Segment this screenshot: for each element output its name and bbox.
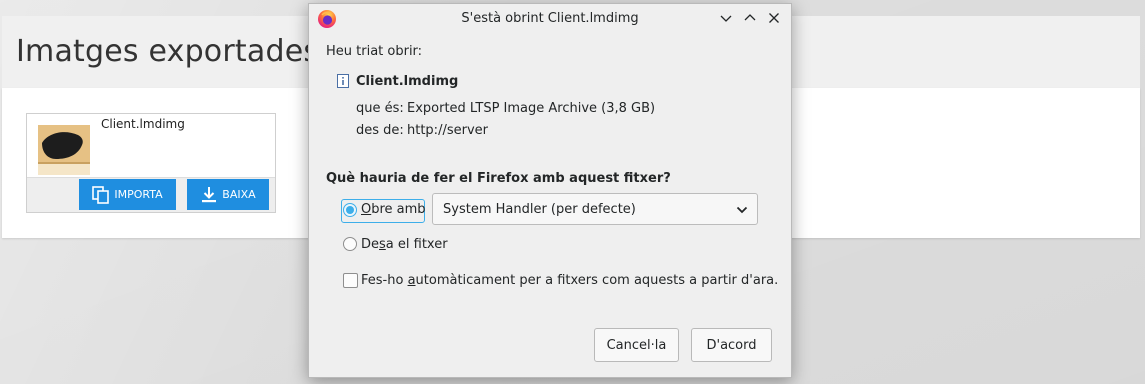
download-label: BAIXA: [222, 188, 256, 201]
cancel-button[interactable]: Cancel·la: [594, 328, 679, 362]
save-file-label[interactable]: Desa el fitxer: [361, 237, 448, 252]
auto-checkbox-label[interactable]: Fes-ho automàticament per a fitxers com …: [361, 273, 778, 288]
chosen-to-open-label: Heu triat obrir:: [326, 44, 423, 59]
chevron-down-icon: [735, 203, 749, 217]
open-file-dialog: S'està obrint Client.lmdimg Heu triat ob…: [308, 3, 792, 378]
card-actions: IMPORTA BAIXA: [27, 177, 275, 212]
file-icon: [337, 74, 349, 88]
image-thumbnail: [38, 125, 90, 175]
page-title: Imatges exportades: [16, 34, 320, 69]
handler-select-value: System Handler (per defecte): [443, 202, 636, 217]
minimize-chevron-down-icon[interactable]: [717, 9, 735, 27]
copy-icon: [92, 185, 110, 204]
download-button[interactable]: BAIXA: [187, 179, 269, 210]
dialog-titlebar[interactable]: S'està obrint Client.lmdimg: [309, 4, 791, 34]
open-with-radio[interactable]: [343, 203, 357, 217]
open-with-label[interactable]: Obre amb: [361, 202, 426, 217]
handler-select[interactable]: System Handler (per defecte): [432, 193, 758, 225]
dialog-file-name: Client.lmdimg: [356, 74, 459, 89]
file-type-value: Exported LTSP Image Archive (3,8 GB): [407, 101, 656, 116]
maximize-chevron-up-icon[interactable]: [741, 9, 759, 27]
file-source-value: http://server: [407, 123, 488, 138]
download-icon: [200, 186, 218, 204]
import-button[interactable]: IMPORTA: [79, 179, 176, 210]
ok-button[interactable]: D'acord: [691, 328, 772, 362]
action-question: Què hauria de fer el Firefox amb aquest …: [326, 171, 671, 186]
image-file-name: Client.lmdimg: [101, 117, 185, 131]
file-source-label: des de:: [356, 123, 404, 138]
auto-checkbox[interactable]: [343, 273, 358, 288]
image-card: Client.lmdimg IMPORTA BAIXA: [26, 113, 276, 213]
close-icon[interactable]: [765, 9, 783, 27]
file-type-label: que és:: [356, 101, 404, 116]
import-label: IMPORTA: [114, 188, 163, 201]
save-file-radio[interactable]: [343, 237, 357, 251]
